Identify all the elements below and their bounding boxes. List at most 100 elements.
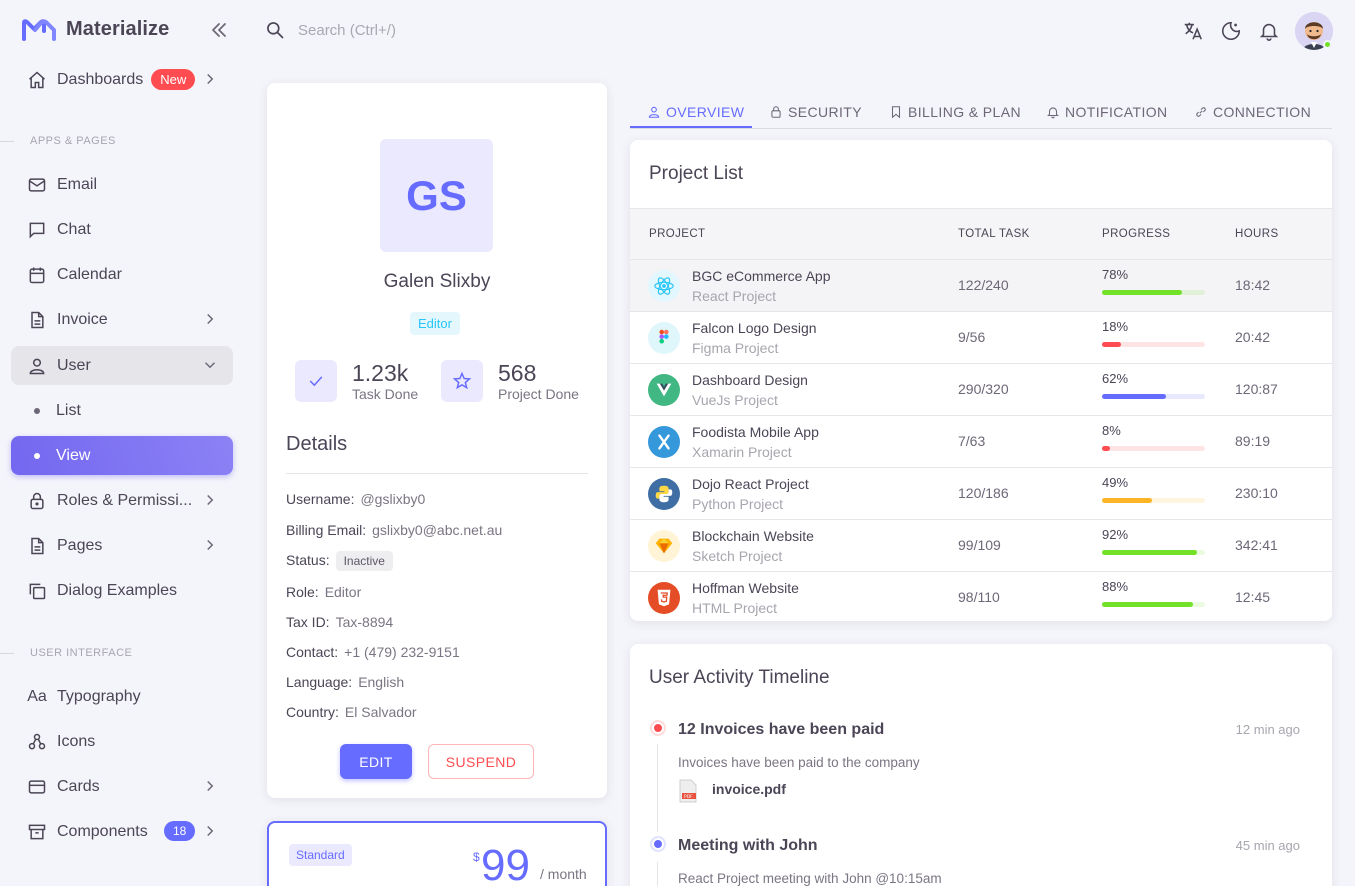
chevron-right-icon bbox=[201, 70, 219, 88]
sidebar-item-cards[interactable]: Cards bbox=[11, 767, 233, 806]
sidebar-item-components[interactable]: Components 18 bbox=[11, 812, 233, 851]
tab-security[interactable]: SECURITY bbox=[769, 96, 862, 128]
progress-fill bbox=[1102, 602, 1193, 607]
plan-period: / month bbox=[540, 866, 587, 882]
sidebar-item-user[interactable]: User bbox=[11, 346, 233, 385]
tab-notification[interactable]: NOTIFICATION bbox=[1046, 96, 1168, 128]
section-label-ui: USER INTERFACE bbox=[30, 647, 133, 659]
bullet-icon bbox=[34, 452, 40, 459]
total-task: 9/56 bbox=[958, 329, 986, 345]
moon-icon[interactable] bbox=[1220, 20, 1242, 42]
sidebar-item-user-list[interactable]: List bbox=[11, 391, 233, 430]
card-title: Project List bbox=[649, 163, 743, 184]
table-row[interactable]: Hoffman Website HTML Project 98/110 88% … bbox=[630, 572, 1332, 621]
typography-icon: Aa bbox=[27, 687, 47, 705]
bell-icon[interactable] bbox=[1258, 20, 1280, 42]
sidebar-item-roles[interactable]: Roles & Permissi... bbox=[11, 481, 233, 520]
suspend-button[interactable]: SUSPEND bbox=[428, 744, 534, 779]
user-initials-avatar: GS bbox=[380, 139, 493, 252]
progress-bar bbox=[1102, 290, 1205, 295]
file-icon bbox=[27, 536, 47, 556]
hours: 20:42 bbox=[1235, 329, 1271, 345]
translate-icon[interactable] bbox=[1182, 20, 1204, 42]
collapse-menu-icon[interactable] bbox=[208, 20, 230, 40]
total-task: 122/240 bbox=[958, 277, 1009, 293]
components-count-badge: 18 bbox=[164, 821, 196, 841]
figma-icon bbox=[648, 322, 680, 354]
chat-icon bbox=[27, 220, 47, 240]
table-row[interactable]: Foodista Mobile App Xamarin Project 7/63… bbox=[630, 416, 1332, 468]
sidebar-item-label: Roles & Permissi... bbox=[57, 491, 193, 509]
attachment-link[interactable]: invoice.pdf bbox=[712, 781, 786, 797]
copy-icon bbox=[27, 581, 47, 601]
sidebar-item-calendar[interactable]: Calendar bbox=[11, 255, 233, 294]
project-name: Dojo React Project bbox=[692, 476, 809, 492]
detail-language: Language: English bbox=[286, 674, 405, 690]
sketch-icon bbox=[648, 530, 680, 562]
progress-fill bbox=[1102, 550, 1197, 555]
progress-percent: 88% bbox=[1102, 579, 1129, 594]
credit-card-icon bbox=[27, 777, 47, 797]
column-header[interactable]: HOURS bbox=[1235, 228, 1279, 240]
sidebar-item-label: Dialog Examples bbox=[57, 581, 178, 599]
edit-button[interactable]: EDIT bbox=[340, 744, 412, 779]
file-text-icon bbox=[27, 310, 47, 330]
calendar-icon bbox=[27, 265, 47, 285]
sidebar-item-label: Calendar bbox=[57, 265, 122, 283]
progress-percent: 92% bbox=[1102, 527, 1129, 542]
progress-bar bbox=[1102, 498, 1205, 503]
sidebar-item-dashboards[interactable]: Dashboards New bbox=[11, 60, 233, 99]
sidebar-item-user-view[interactable]: View bbox=[11, 436, 233, 475]
column-header[interactable]: PROGRESS bbox=[1102, 228, 1170, 240]
sidebar-item-pages[interactable]: Pages bbox=[11, 526, 233, 565]
total-task: 7/63 bbox=[958, 433, 986, 449]
timeline-connector bbox=[657, 744, 658, 832]
tab-billing-plan[interactable]: BILLING & PLAN bbox=[889, 96, 1021, 128]
python-icon bbox=[648, 478, 680, 510]
sidebar-item-email[interactable]: Email bbox=[11, 165, 233, 204]
search-input[interactable] bbox=[298, 18, 598, 42]
link-icon bbox=[1196, 107, 1206, 117]
sidebar-item-chat[interactable]: Chat bbox=[11, 210, 233, 249]
progress-fill bbox=[1102, 446, 1111, 451]
star-icon bbox=[441, 360, 483, 402]
pdf-file-icon[interactable]: PDF bbox=[678, 779, 698, 803]
chevron-right-icon bbox=[201, 310, 219, 328]
progress-percent: 78% bbox=[1102, 267, 1129, 282]
table-row[interactable]: Blockchain Website Sketch Project 99/109… bbox=[630, 520, 1332, 572]
table-row[interactable]: Dashboard Design VueJs Project 290/320 6… bbox=[630, 364, 1332, 416]
sidebar-item-label: Dashboards bbox=[57, 70, 144, 88]
hours: 342:41 bbox=[1235, 537, 1278, 553]
table-row[interactable]: Falcon Logo Design Figma Project 9/56 18… bbox=[630, 312, 1332, 364]
column-header[interactable]: PROJECT bbox=[649, 228, 705, 240]
shapes-icon bbox=[27, 732, 47, 752]
search-icon[interactable] bbox=[265, 20, 285, 40]
timeline-dot bbox=[652, 838, 664, 850]
sidebar-item-dialogs[interactable]: Dialog Examples bbox=[11, 571, 233, 610]
progress-percent: 18% bbox=[1102, 319, 1129, 334]
divider bbox=[286, 473, 588, 474]
sidebar-item-typography[interactable]: Aa Typography bbox=[11, 677, 233, 716]
project-name: Hoffman Website bbox=[692, 580, 799, 596]
table-row[interactable]: Dojo React Project Python Project 120/18… bbox=[630, 468, 1332, 520]
tab-connection[interactable]: CONNECTION bbox=[1194, 96, 1311, 128]
sidebar-item-label: User bbox=[57, 356, 91, 374]
bell-icon bbox=[1047, 107, 1059, 119]
column-header[interactable]: TOTAL TASK bbox=[958, 228, 1030, 240]
project-list-card: Project List PROJECT TOTAL TASK PROGRESS… bbox=[630, 140, 1332, 621]
total-task: 120/186 bbox=[958, 485, 1009, 501]
sidebar-item-label: Cards bbox=[57, 777, 100, 795]
detail-role: Role: Editor bbox=[286, 584, 362, 600]
brand[interactable]: Materialize bbox=[22, 18, 169, 41]
sidebar-item-invoice[interactable]: Invoice bbox=[11, 300, 233, 339]
sidebar-item-icons[interactable]: Icons bbox=[11, 722, 233, 761]
chevron-right-icon bbox=[201, 777, 219, 795]
detail-country: Country: El Salvador bbox=[286, 704, 417, 720]
progress-fill bbox=[1102, 498, 1153, 503]
total-task: 99/109 bbox=[958, 537, 1001, 553]
sidebar-item-label: Typography bbox=[57, 687, 141, 705]
table-row[interactable]: BGC eCommerce App React Project 122/240 … bbox=[630, 260, 1332, 312]
tab-overview[interactable]: OVERVIEW bbox=[647, 96, 744, 128]
user-profile-card: GS Galen Slixby Editor 1.23k Task Done 5… bbox=[267, 83, 607, 798]
section-label-apps: APPS & PAGES bbox=[30, 135, 116, 147]
